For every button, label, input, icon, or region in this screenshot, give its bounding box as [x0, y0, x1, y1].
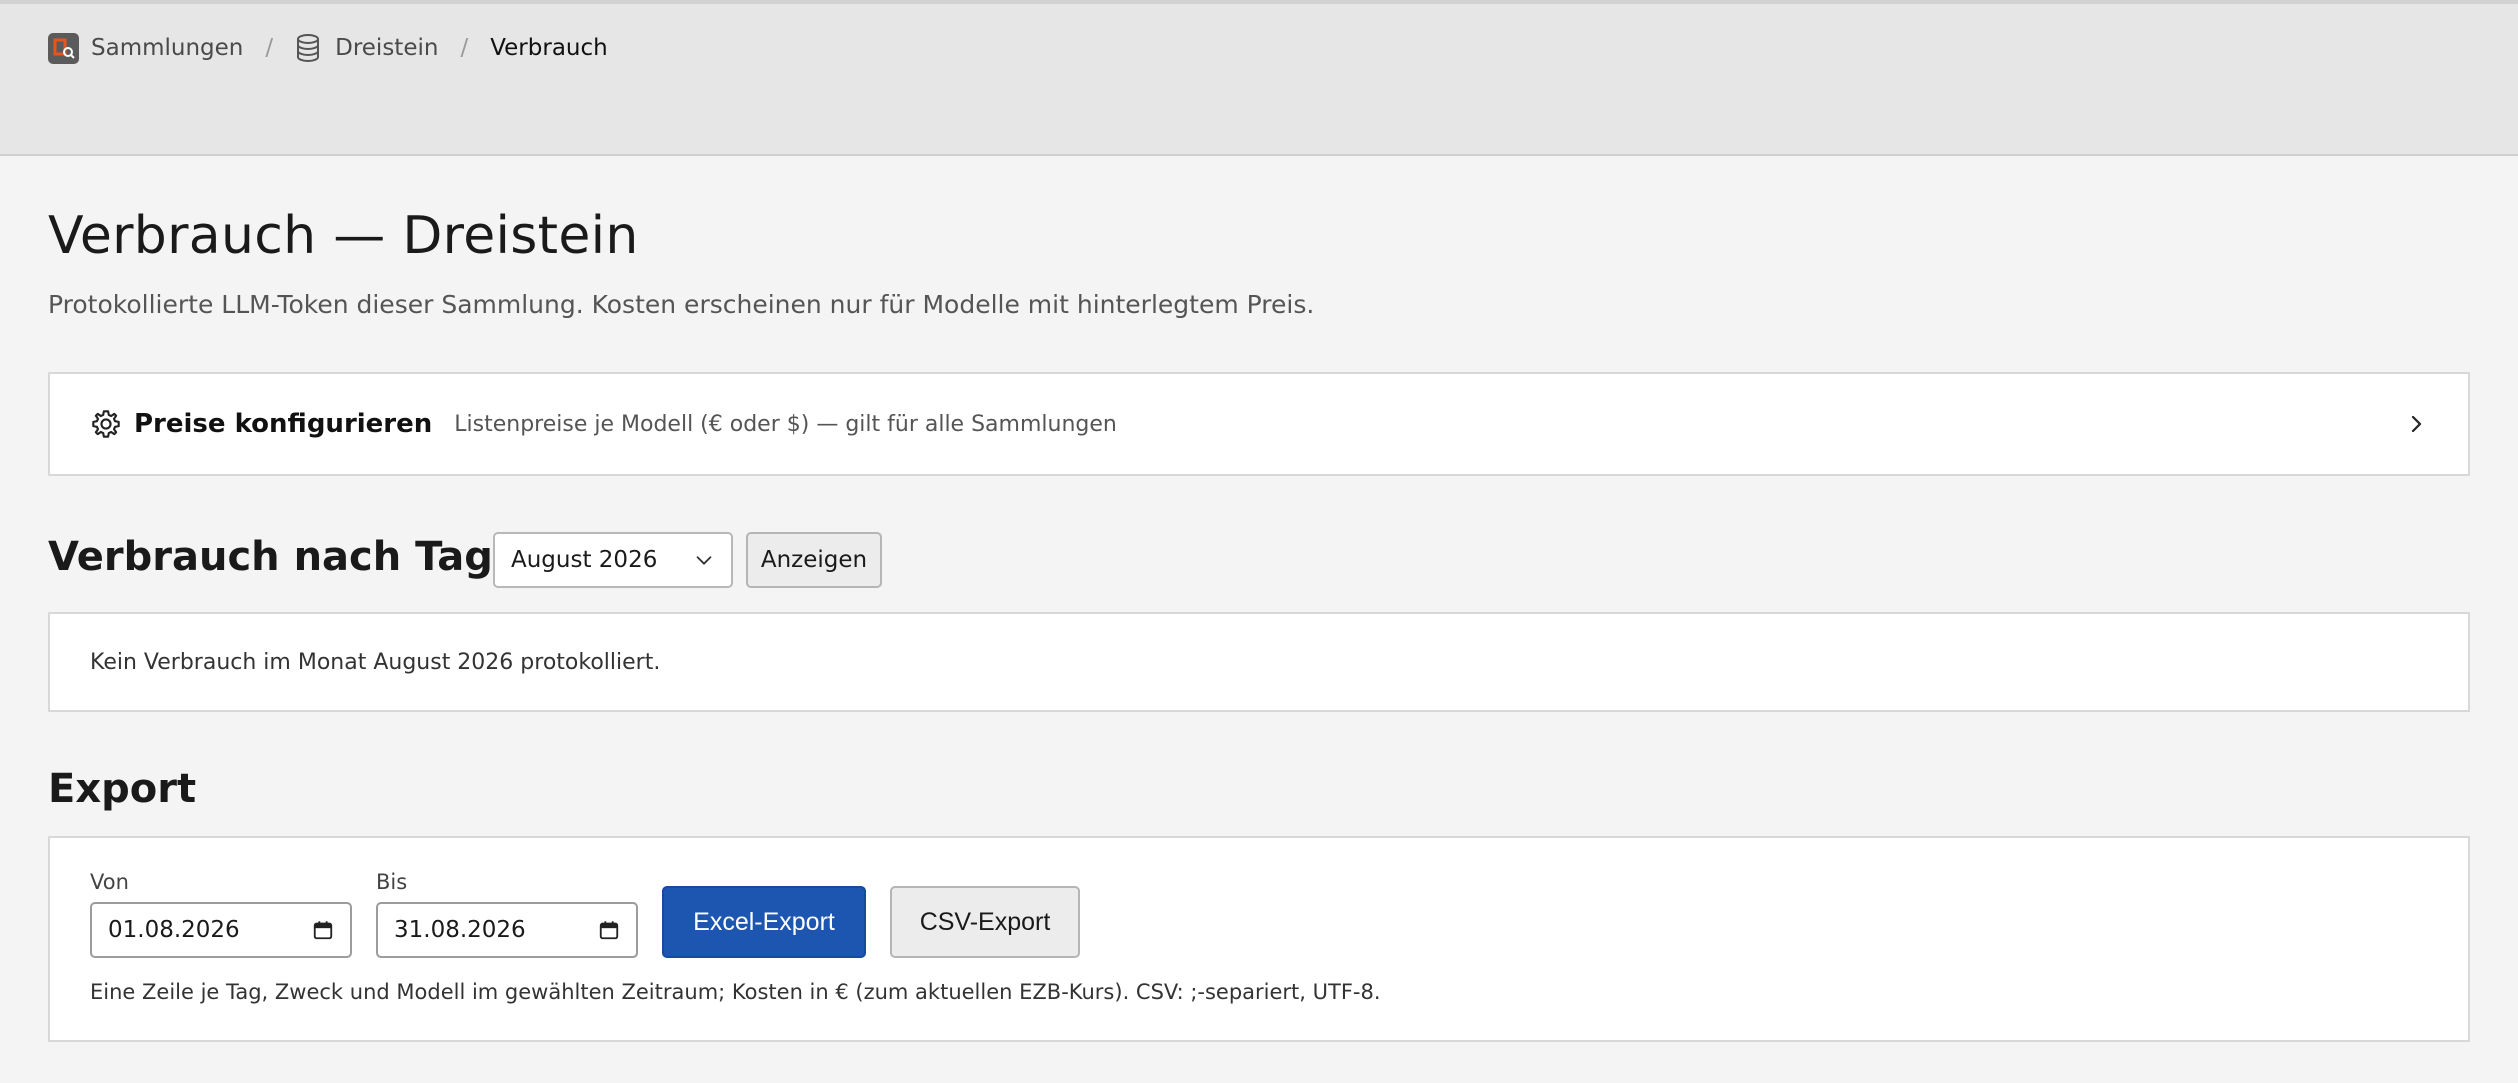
chevron-down-icon	[696, 556, 712, 565]
usage-empty-state: Kein Verbrauch im Monat August 2026 prot…	[48, 612, 2470, 712]
gear-icon	[92, 410, 120, 438]
month-select[interactable]: August 2026	[493, 532, 733, 588]
csv-export-button[interactable]: CSV-Export	[890, 886, 1080, 958]
month-select-value: August 2026	[511, 547, 658, 573]
configure-prices-title: Preise konfigurieren	[134, 409, 433, 439]
breadcrumb-separator: /	[460, 35, 469, 61]
calendar-icon[interactable]	[598, 919, 620, 941]
database-icon	[297, 34, 320, 63]
page-subtitle: Protokollierte LLM-Token dieser Sammlung…	[48, 290, 1315, 319]
configure-prices-link[interactable]: Preise konfigurieren Listenpreise je Mod…	[48, 372, 2470, 476]
breadcrumb: Sammlungen / Dreistein / Verbrauch	[48, 30, 608, 66]
breadcrumb-item-sammlungen[interactable]: Sammlungen	[48, 32, 244, 64]
from-date-input[interactable]: 01.08.2026	[90, 902, 352, 958]
show-button[interactable]: Anzeigen	[746, 532, 882, 588]
breadcrumb-separator: /	[265, 35, 274, 61]
from-date-value: 01.08.2026	[108, 917, 240, 943]
breadcrumb-label: Dreistein	[335, 35, 439, 61]
calendar-icon[interactable]	[312, 919, 334, 941]
breadcrumb-item-current: Verbrauch	[490, 35, 608, 61]
breadcrumb-label: Sammlungen	[91, 35, 244, 61]
breadcrumb-item-dreistein[interactable]: Dreistein	[295, 33, 438, 63]
chevron-right-icon	[2411, 415, 2422, 433]
export-panel: Von 01.08.2026 Bis 31.08.2026 Excel-Expo…	[48, 836, 2470, 1042]
to-date-value: 31.08.2026	[394, 917, 526, 943]
from-date-label: Von	[90, 870, 129, 894]
page-title: Verbrauch — Dreistein	[48, 206, 639, 266]
empty-state-text: Kein Verbrauch im Monat August 2026 prot…	[90, 649, 661, 675]
top-bar: Sammlungen / Dreistein / Verbrauch	[0, 0, 2518, 156]
excel-export-button[interactable]: Excel-Export	[662, 886, 866, 958]
to-date-input[interactable]: 31.08.2026	[376, 902, 638, 958]
configure-prices-description: Listenpreise je Modell (€ oder $) — gilt…	[454, 411, 1117, 437]
export-heading: Export	[48, 766, 197, 812]
export-hint: Eine Zeile je Tag, Zweck und Modell im g…	[90, 980, 1381, 1004]
app-logo-icon	[48, 32, 79, 64]
to-date-label: Bis	[376, 870, 408, 894]
usage-by-day-heading: Verbrauch nach Tag	[48, 534, 493, 580]
